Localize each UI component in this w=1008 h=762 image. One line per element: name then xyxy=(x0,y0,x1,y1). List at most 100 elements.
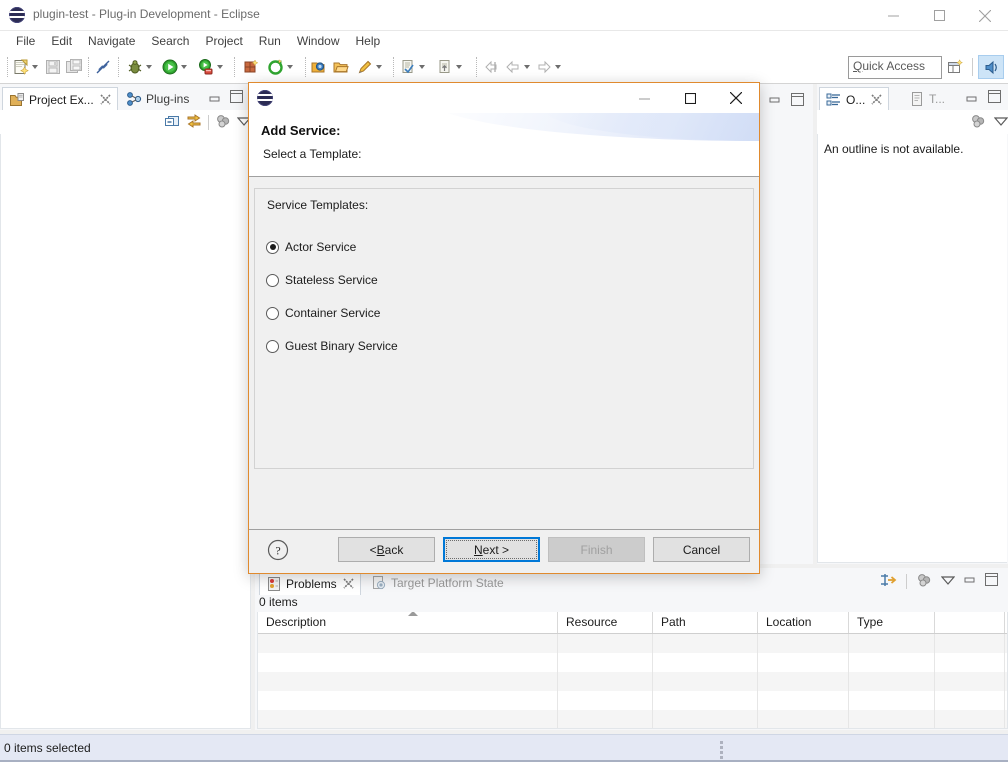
chevron-down-icon[interactable] xyxy=(524,65,530,69)
minimize-icon[interactable] xyxy=(769,94,781,108)
validate-icon[interactable] xyxy=(400,58,425,76)
maximize-icon[interactable] xyxy=(230,90,243,106)
column-header-path[interactable]: Path xyxy=(653,612,758,633)
service-templates-group: Service Templates: Actor Service Statele… xyxy=(254,188,754,469)
help-icon[interactable]: ? xyxy=(267,539,289,561)
close-icon[interactable] xyxy=(962,0,1008,31)
minimize-icon[interactable] xyxy=(964,574,976,588)
export-icon[interactable] xyxy=(437,58,462,76)
table-row[interactable] xyxy=(258,710,1007,729)
update-icon[interactable] xyxy=(268,58,293,76)
back-history-icon[interactable] xyxy=(484,58,500,76)
open-type-icon[interactable] xyxy=(311,58,327,76)
view-menu-filter-icon[interactable] xyxy=(215,113,231,132)
menu-run[interactable]: Run xyxy=(251,32,289,50)
radio-button[interactable] xyxy=(266,307,279,320)
column-header-location[interactable]: Location xyxy=(758,612,849,633)
menu-file[interactable]: File xyxy=(8,32,43,50)
no-link-icon[interactable] xyxy=(95,58,111,76)
radio-option-actor-service[interactable]: Actor Service xyxy=(266,239,398,255)
chevron-down-icon[interactable] xyxy=(287,65,293,69)
table-row[interactable] xyxy=(258,691,1007,710)
minimize-icon[interactable] xyxy=(870,0,916,31)
maximize-icon[interactable] xyxy=(667,83,713,113)
debug-icon[interactable] xyxy=(127,58,152,76)
menu-window[interactable]: Window xyxy=(289,32,348,50)
new-wizard-icon[interactable] xyxy=(13,58,38,76)
save-icon[interactable] xyxy=(45,58,61,76)
next-button[interactable]: Next > xyxy=(443,537,540,562)
back-icon[interactable] xyxy=(505,58,530,76)
minimize-icon[interactable] xyxy=(209,92,221,106)
close-icon[interactable] xyxy=(343,578,354,589)
outline-icon xyxy=(826,92,842,108)
maximize-icon[interactable] xyxy=(791,93,804,109)
chevron-down-icon[interactable] xyxy=(555,65,561,69)
radio-button[interactable] xyxy=(266,340,279,353)
view-menu-icon[interactable] xyxy=(994,115,1008,129)
collapse-all-icon[interactable] xyxy=(164,113,180,132)
radio-option-container-service[interactable]: Container Service xyxy=(266,305,398,321)
title-bar: plugin-test - Plug-in Development - Ecli… xyxy=(0,0,1008,32)
status-grip[interactable] xyxy=(720,741,723,757)
menu-edit[interactable]: Edit xyxy=(43,32,80,50)
close-icon[interactable] xyxy=(871,94,882,105)
minimize-icon[interactable] xyxy=(966,92,978,106)
view-menu-filter-icon[interactable] xyxy=(916,572,932,591)
chevron-down-icon[interactable] xyxy=(146,65,152,69)
cancel-button[interactable]: Cancel xyxy=(653,537,750,562)
column-header-resource[interactable]: Resource xyxy=(558,612,653,633)
tab-plugins[interactable]: Plug-ins xyxy=(120,87,195,110)
view-menu-icon[interactable] xyxy=(941,574,955,588)
project-tree[interactable] xyxy=(0,134,251,729)
link-with-editor-icon[interactable] xyxy=(186,113,202,132)
table-row[interactable] xyxy=(258,672,1007,691)
run-external-icon[interactable] xyxy=(198,58,223,76)
tab-outline[interactable]: O... xyxy=(819,87,889,111)
maximize-icon[interactable] xyxy=(985,573,998,589)
column-header-description[interactable]: Description xyxy=(258,612,558,633)
quick-access-input[interactable]: Quick Access xyxy=(848,56,942,79)
view-menu-filter-icon[interactable] xyxy=(970,113,986,132)
chevron-down-icon[interactable] xyxy=(32,65,38,69)
tab-problems[interactable]: Problems xyxy=(259,571,361,595)
maximize-icon[interactable] xyxy=(916,0,962,31)
chevron-down-icon[interactable] xyxy=(456,65,462,69)
problems-table[interactable]: Description Resource Path Location Type xyxy=(257,612,1008,729)
back-button[interactable]: < Back xyxy=(338,537,435,562)
radio-option-guest-binary-service[interactable]: Guest Binary Service xyxy=(266,338,398,354)
minimize-icon[interactable] xyxy=(621,83,667,113)
plugins-view-icon xyxy=(126,91,142,107)
menu-project[interactable]: Project xyxy=(197,32,250,50)
save-all-icon[interactable] xyxy=(66,58,82,76)
forward-icon[interactable] xyxy=(536,58,561,76)
dialog-window-controls xyxy=(621,83,759,113)
focus-on-selection-icon[interactable] xyxy=(879,572,897,591)
column-header-type[interactable]: Type xyxy=(849,612,935,633)
new-plugin-project-icon[interactable] xyxy=(243,58,259,76)
menu-search[interactable]: Search xyxy=(143,32,197,50)
tab-task-list[interactable]: T... xyxy=(903,87,951,110)
tab-project-explorer[interactable]: Project Ex... xyxy=(2,87,118,111)
plugin-development-perspective-icon[interactable] xyxy=(978,55,1004,79)
tab-target-platform-state[interactable]: Target Platform State xyxy=(365,571,510,594)
chevron-down-icon[interactable] xyxy=(376,65,382,69)
chevron-down-icon[interactable] xyxy=(217,65,223,69)
radio-option-stateless-service[interactable]: Stateless Service xyxy=(266,272,398,288)
svg-text:?: ? xyxy=(275,544,280,558)
table-row[interactable] xyxy=(258,634,1007,653)
run-icon[interactable] xyxy=(162,58,187,76)
radio-button[interactable] xyxy=(266,241,279,254)
chevron-down-icon[interactable] xyxy=(181,65,187,69)
close-icon[interactable] xyxy=(100,94,111,105)
chevron-down-icon[interactable] xyxy=(419,65,425,69)
maximize-icon[interactable] xyxy=(988,90,1001,106)
open-perspective-icon[interactable] xyxy=(943,56,967,78)
menu-help[interactable]: Help xyxy=(348,32,389,50)
radio-button[interactable] xyxy=(266,274,279,287)
annotation-icon[interactable] xyxy=(357,58,382,76)
close-icon[interactable] xyxy=(713,83,759,113)
table-row[interactable] xyxy=(258,653,1007,672)
open-resource-icon[interactable] xyxy=(333,58,349,76)
menu-navigate[interactable]: Navigate xyxy=(80,32,143,50)
